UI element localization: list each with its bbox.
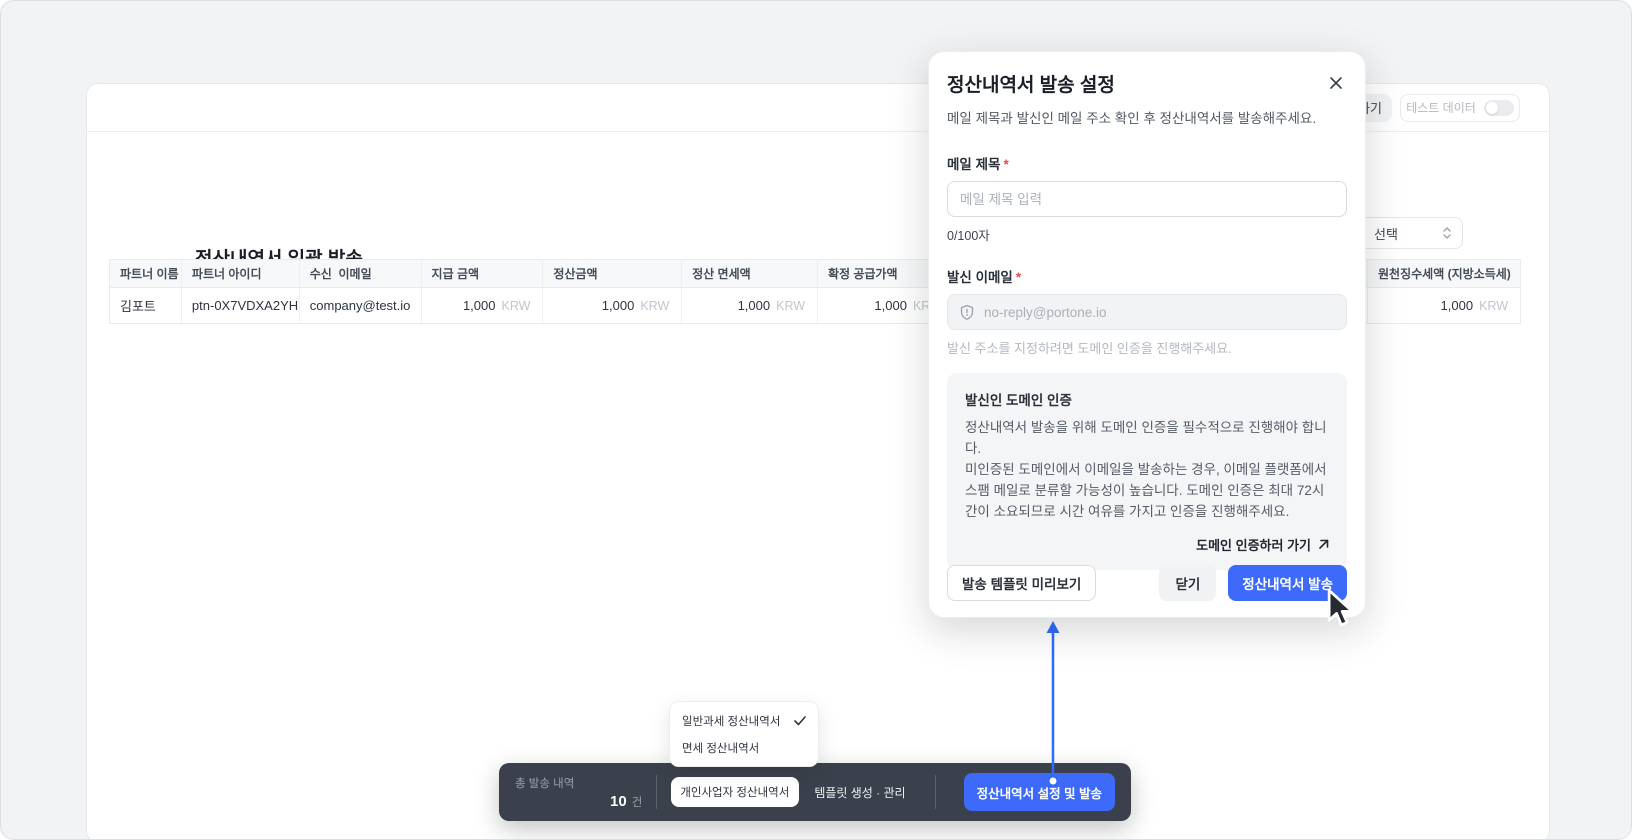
preview-template-button[interactable]: 발송 템플릿 미리보기 <box>947 565 1096 601</box>
total-send-stats: 총 발송 내역 10 건 <box>515 775 642 810</box>
modal-send-button[interactable]: 정산내역서 발송 <box>1228 565 1347 601</box>
sender-label: 발신 이메일* <box>947 266 1347 286</box>
filter-select[interactable]: 선택 <box>1353 217 1463 249</box>
template-type-select[interactable]: 개인사업자 정산내역서 <box>671 777 799 807</box>
test-data-toggle[interactable] <box>1484 100 1514 116</box>
send-setup-button[interactable]: 정산내역서 설정 및 발송 <box>964 773 1115 811</box>
col-header-payout-amount: 지급 금액 <box>422 260 544 287</box>
cell-partner-id: ptn-0X7VDXA2YH <box>182 288 300 323</box>
subject-input[interactable] <box>947 181 1347 217</box>
test-data-label: 테스트 데이터 <box>1406 99 1476 116</box>
col-header-partner-id: 파트너 아이디 <box>182 260 300 287</box>
cell-recipient-email: company@test.io <box>300 288 422 323</box>
filter-select-value: 선택 <box>1374 224 1398 243</box>
cell-partner-name: 김포트 <box>110 288 182 323</box>
col-header-withholding-local-tax: 원천징수세액 (지방소득세) <box>1368 260 1520 287</box>
subject-label: 메일 제목* <box>947 153 1347 173</box>
required-mark: * <box>1016 270 1021 285</box>
modal-cancel-button[interactable]: 닫기 <box>1159 565 1216 601</box>
test-data-control: 테스트 데이터 <box>1400 94 1520 122</box>
domain-notice-title: 발신인 도메인 인증 <box>965 389 1329 409</box>
template-manage-link[interactable]: 템플릿 생성 · 관리 <box>814 784 905 801</box>
shield-alert-icon <box>959 304 975 321</box>
toggle-knob <box>1486 102 1498 114</box>
total-label: 총 발송 내역 <box>515 775 642 791</box>
col-header-settlement-amount: 정산금액 <box>543 260 682 287</box>
bar-divider-2 <box>935 775 936 809</box>
cell-withholding-local-tax: 1,000KRW <box>1368 288 1520 323</box>
domain-notice-line1: 정산내역서 발송을 위해 도메인 인증을 필수적으로 진행해야 합니다. <box>965 418 1329 460</box>
bar-divider <box>656 775 657 809</box>
col-header-tax-free-amount: 정산 면세액 <box>682 260 818 287</box>
subject-counter: 0/100자 <box>947 225 1347 244</box>
domain-verify-link[interactable]: 도메인 인증하러 가기 <box>1196 535 1329 554</box>
modal-description: 메일 제목과 발신인 메일 주소 확인 후 정산내역서를 발송해주세요. <box>947 107 1347 127</box>
col-header-partner-name: 파트너 이름 <box>110 260 182 287</box>
cell-tax-free-amount: 1,000KRW <box>682 288 818 323</box>
close-icon <box>1329 76 1343 90</box>
sender-helper: 발신 주소를 지정하려면 도메인 인증을 진행해주세요. <box>947 338 1347 357</box>
total-unit: 건 <box>632 794 643 810</box>
domain-notice: 발신인 도메인 인증 정산내역서 발송을 위해 도메인 인증을 필수적으로 진행… <box>947 373 1347 570</box>
dropdown-item-general-tax[interactable]: 일반과세 정산내역서 <box>670 707 818 734</box>
chevron-down-icon <box>789 789 790 796</box>
dropdown-item-tax-free[interactable]: 면세 정산내역서 <box>670 734 818 761</box>
send-settings-modal: 정산내역서 발송 설정 메일 제목과 발신인 메일 주소 확인 후 정산내역서를… <box>928 51 1366 618</box>
external-link-icon <box>1318 539 1329 550</box>
sender-input[interactable] <box>947 294 1347 330</box>
send-summary-bar: 총 발송 내역 10 건 개인사업자 정산내역서 템플릿 생성 · 관리 정산내… <box>499 763 1131 821</box>
check-icon <box>794 716 806 726</box>
domain-notice-line2: 미인증된 도메인에서 이메일을 발송하는 경우, 이메일 플랫폼에서 스팸 메일… <box>965 460 1329 523</box>
col-header-recipient-email: 수신 이메일 <box>300 260 422 287</box>
modal-close-button[interactable] <box>1325 72 1347 97</box>
updown-chevron-icon <box>1442 226 1452 240</box>
app-frame: 가기 테스트 데이터 정산내역서 일괄 발송 템플릿을 선택하여 정산내역서를 … <box>0 0 1632 840</box>
cell-payout-amount: 1,000KRW <box>422 288 544 323</box>
cell-settlement-amount: 1,000KRW <box>543 288 682 323</box>
modal-title: 정산내역서 발송 설정 <box>947 70 1115 97</box>
template-dropdown: 일반과세 정산내역서 면세 정산내역서 <box>669 701 819 767</box>
required-mark: * <box>1003 157 1008 172</box>
total-count: 10 <box>610 793 627 810</box>
